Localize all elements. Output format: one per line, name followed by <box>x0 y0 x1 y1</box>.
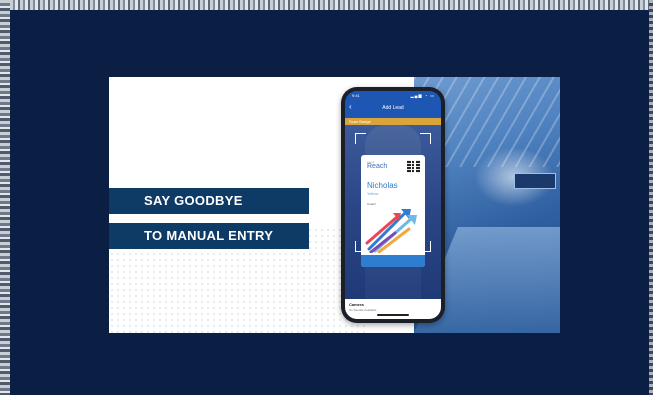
headline-text-2: TO MANUAL ENTRY <box>144 228 274 243</box>
scan-mode-label: Scan Badge <box>349 119 371 124</box>
status-time: 9:41 <box>352 93 360 98</box>
image-noise-right <box>649 0 653 395</box>
headline-text-1: SAY GOODBYE <box>144 193 243 208</box>
event-badge: event Reach Nicholas Yellow Coach <box>361 155 425 267</box>
image-noise-left <box>0 0 10 395</box>
phone-screen: 9:41 ▂▄▆ ◔ ▭ ‹ Add Lead Scan Badge event… <box>345 91 441 319</box>
scan-mode-bar[interactable]: Scan Badge <box>345 118 441 125</box>
camera-result-sheet[interactable]: Camera No Results Available <box>345 299 441 319</box>
arrows-graphic-icon <box>365 209 417 253</box>
headline-banner-1: SAY GOODBYE <box>109 188 309 214</box>
badge-last-name: Yellow <box>367 191 379 196</box>
sheet-title: Camera <box>349 302 364 307</box>
scan-corner-icon <box>420 133 431 144</box>
airport-departure-board <box>514 173 556 189</box>
phone-status-bar: 9:41 ▂▄▆ ◔ ▭ <box>345 91 441 100</box>
signal-battery-icon: ▂▄▆ ◔ ▭ <box>410 93 435 98</box>
sheet-subtitle: No Results Available <box>349 308 377 312</box>
camera-viewfinder: event Reach Nicholas Yellow Coach <box>345 125 441 299</box>
promo-slide: SAY GOODBYE TO MANUAL ENTRY 9:41 ▂▄▆ ◔ ▭… <box>109 77 560 333</box>
image-noise-top <box>0 0 653 10</box>
app-nav-title: Add Lead <box>382 105 404 111</box>
badge-brand: Reach <box>367 163 388 170</box>
phone-mockup: 9:41 ▂▄▆ ◔ ▭ ‹ Add Lead Scan Badge event… <box>341 87 445 323</box>
headline-banner-2: TO MANUAL ENTRY <box>109 223 309 249</box>
badge-first-name: Nicholas <box>367 181 398 190</box>
qr-code-pattern <box>407 160 420 173</box>
app-nav-bar: ‹ Add Lead <box>345 100 441 118</box>
scan-corner-icon <box>355 133 366 144</box>
home-indicator[interactable] <box>377 314 409 316</box>
badge-footer-stripe <box>361 255 425 267</box>
